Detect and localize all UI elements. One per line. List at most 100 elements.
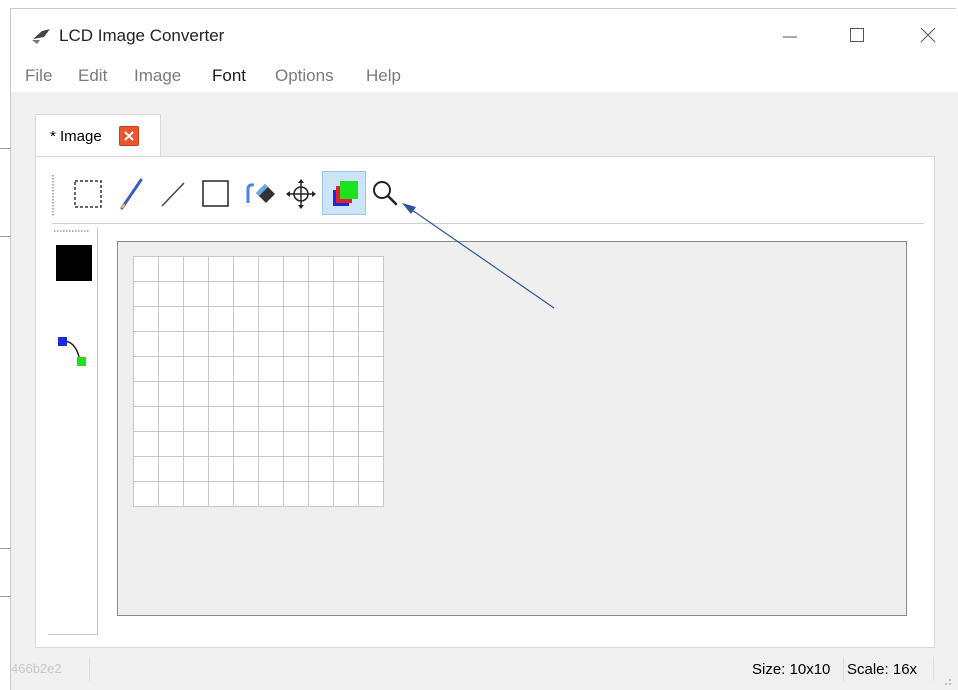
pixel-cell[interactable]: [233, 406, 259, 432]
pixel-cell[interactable]: [208, 306, 234, 332]
pixel-cell[interactable]: [158, 356, 184, 382]
pixel-cell[interactable]: [258, 356, 284, 382]
pixel-cell[interactable]: [133, 331, 159, 357]
pixel-cell[interactable]: [333, 381, 359, 407]
fill-tool[interactable]: [238, 171, 282, 215]
pixel-cell[interactable]: [283, 256, 309, 282]
pixel-cell[interactable]: [333, 431, 359, 457]
move-tool[interactable]: [280, 171, 324, 215]
pixel-cell[interactable]: [308, 356, 334, 382]
image-canvas[interactable]: [117, 241, 907, 616]
pixel-cell[interactable]: [358, 281, 384, 307]
pen-tool[interactable]: [110, 171, 154, 215]
zoom-tool[interactable]: [364, 171, 408, 215]
pixel-cell[interactable]: [233, 481, 259, 507]
pixel-cell[interactable]: [283, 281, 309, 307]
pixel-cell[interactable]: [283, 331, 309, 357]
pixel-cell[interactable]: [333, 481, 359, 507]
pixel-cell[interactable]: [283, 456, 309, 482]
pixel-cell[interactable]: [233, 381, 259, 407]
pixel-cell[interactable]: [158, 381, 184, 407]
pixel-cell[interactable]: [158, 406, 184, 432]
pixel-cell[interactable]: [233, 356, 259, 382]
pixel-cell[interactable]: [258, 331, 284, 357]
pixel-cell[interactable]: [308, 306, 334, 332]
pixel-cell[interactable]: [258, 431, 284, 457]
resize-grip-icon[interactable]: [939, 673, 953, 687]
pixel-cell[interactable]: [333, 281, 359, 307]
pixel-cell[interactable]: [333, 406, 359, 432]
pixel-cell[interactable]: [333, 331, 359, 357]
pixel-cell[interactable]: [233, 431, 259, 457]
pixel-cell[interactable]: [133, 256, 159, 282]
toolbar-grip[interactable]: [52, 175, 54, 217]
pixel-cell[interactable]: [358, 406, 384, 432]
close-button[interactable]: [905, 17, 951, 53]
tab-image[interactable]: * Image: [35, 114, 161, 157]
pixel-cell[interactable]: [358, 306, 384, 332]
pixel-cell[interactable]: [258, 281, 284, 307]
pixel-cell[interactable]: [208, 481, 234, 507]
pixel-cell[interactable]: [158, 456, 184, 482]
pixel-cell[interactable]: [158, 281, 184, 307]
pixel-cell[interactable]: [308, 281, 334, 307]
pixel-cell[interactable]: [308, 381, 334, 407]
pixel-cell[interactable]: [233, 256, 259, 282]
pixel-cell[interactable]: [158, 481, 184, 507]
pixel-cell[interactable]: [258, 481, 284, 507]
pixel-cell[interactable]: [358, 331, 384, 357]
pixel-cell[interactable]: [358, 481, 384, 507]
menu-help[interactable]: Help: [366, 66, 401, 86]
panel-grip[interactable]: [54, 230, 90, 232]
pixel-cell[interactable]: [133, 281, 159, 307]
pixel-cell[interactable]: [308, 481, 334, 507]
pixel-cell[interactable]: [158, 331, 184, 357]
pixel-cell[interactable]: [358, 381, 384, 407]
pixel-cell[interactable]: [208, 456, 234, 482]
pixel-cell[interactable]: [258, 381, 284, 407]
pixel-cell[interactable]: [183, 306, 209, 332]
pixel-cell[interactable]: [183, 356, 209, 382]
pixel-cell[interactable]: [258, 306, 284, 332]
pixel-cell[interactable]: [258, 456, 284, 482]
pixel-cell[interactable]: [333, 256, 359, 282]
menu-file[interactable]: File: [25, 66, 52, 86]
pixel-cell[interactable]: [233, 306, 259, 332]
pixel-cell[interactable]: [283, 306, 309, 332]
foreground-color-swatch[interactable]: [56, 245, 92, 281]
pixel-cell[interactable]: [133, 381, 159, 407]
pixel-cell[interactable]: [358, 456, 384, 482]
menu-options[interactable]: Options: [275, 66, 334, 86]
pixel-cell[interactable]: [283, 381, 309, 407]
pixel-cell[interactable]: [183, 481, 209, 507]
pixel-grid[interactable]: [133, 256, 386, 509]
pixel-cell[interactable]: [183, 281, 209, 307]
pixel-cell[interactable]: [208, 431, 234, 457]
pixel-cell[interactable]: [283, 481, 309, 507]
pixel-cell[interactable]: [333, 356, 359, 382]
pixel-cell[interactable]: [133, 356, 159, 382]
pixel-cell[interactable]: [133, 406, 159, 432]
menu-image[interactable]: Image: [134, 66, 181, 86]
pixel-cell[interactable]: [133, 306, 159, 332]
pixel-cell[interactable]: [233, 331, 259, 357]
line-tool[interactable]: [152, 171, 196, 215]
tab-close-button[interactable]: [119, 126, 139, 146]
pixel-cell[interactable]: [283, 406, 309, 432]
pixel-cell[interactable]: [183, 381, 209, 407]
pixel-cell[interactable]: [133, 456, 159, 482]
pixel-cell[interactable]: [208, 356, 234, 382]
pixel-cell[interactable]: [133, 431, 159, 457]
menu-font[interactable]: Font: [212, 66, 246, 86]
pixel-cell[interactable]: [308, 456, 334, 482]
title-bar[interactable]: LCD Image Converter: [11, 9, 958, 59]
pixel-cell[interactable]: [333, 306, 359, 332]
pixel-cell[interactable]: [358, 431, 384, 457]
pixel-cell[interactable]: [133, 481, 159, 507]
pixel-cell[interactable]: [183, 431, 209, 457]
pixel-cell[interactable]: [333, 456, 359, 482]
pixel-cell[interactable]: [283, 431, 309, 457]
pixel-cell[interactable]: [258, 256, 284, 282]
minimize-button[interactable]: [767, 17, 813, 53]
pixel-cell[interactable]: [233, 281, 259, 307]
